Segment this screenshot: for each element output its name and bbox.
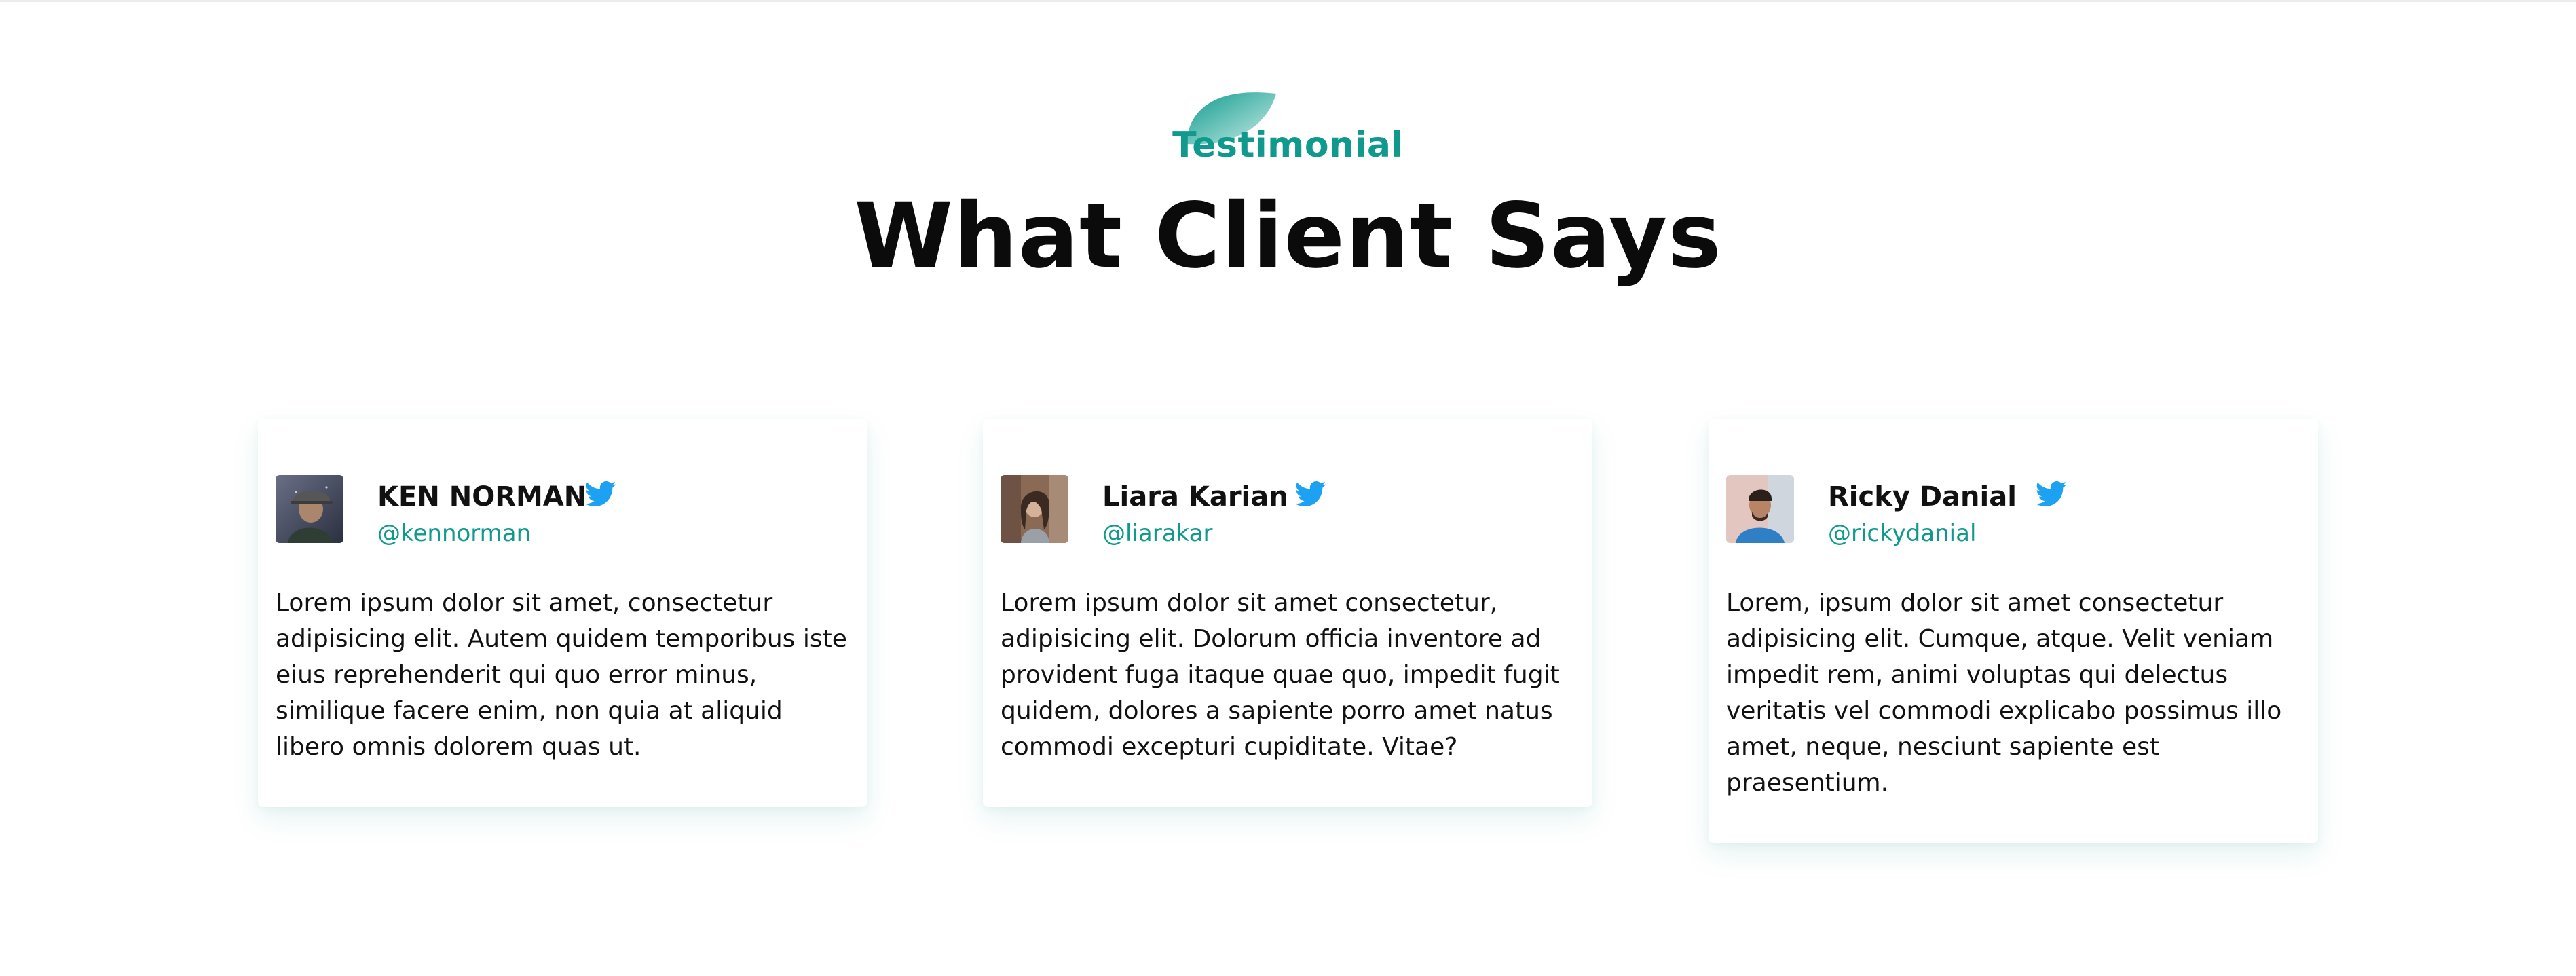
section-eyebrow: Testimonial [1172,125,1404,166]
twitter-icon[interactable] [2035,481,2067,508]
testimonial-card: Liara Karian @liarakar Lorem ipsum dolor… [983,419,1592,807]
card-header: KEN NORMAN @kennorman [276,475,850,547]
top-divider [0,0,2576,2]
client-handle[interactable]: @liarakar [1102,520,1212,547]
testimonial-card: Ricky Danial @rickydanial Lorem, ipsum d… [1709,419,2318,843]
section-title: What Client Says [854,184,1722,288]
client-name: Ricky Danial [1828,481,2017,512]
testimonial-text: Lorem ipsum dolor sit amet consectetur, … [1001,589,1560,761]
avatar [276,475,343,543]
avatar [1001,475,1068,543]
twitter-icon[interactable] [584,481,616,508]
client-handle[interactable]: @rickydanial [1828,520,1976,547]
testimonial-text: Lorem ipsum dolor sit amet, consectetur … [276,589,847,761]
card-header: Ricky Danial @rickydanial [1726,475,2300,547]
testimonial-text: Lorem, ipsum dolor sit amet consectetur … [1726,589,2282,797]
twitter-icon[interactable] [1294,481,1326,508]
client-name: KEN NORMAN [377,481,587,512]
card-header: Liara Karian @liarakar [1001,475,1575,547]
client-name: Liara Karian [1102,481,1288,512]
client-handle[interactable]: @kennorman [377,520,531,547]
testimonial-card: KEN NORMAN @kennorman Lorem ipsum dolor … [258,419,867,807]
avatar [1726,475,1794,543]
